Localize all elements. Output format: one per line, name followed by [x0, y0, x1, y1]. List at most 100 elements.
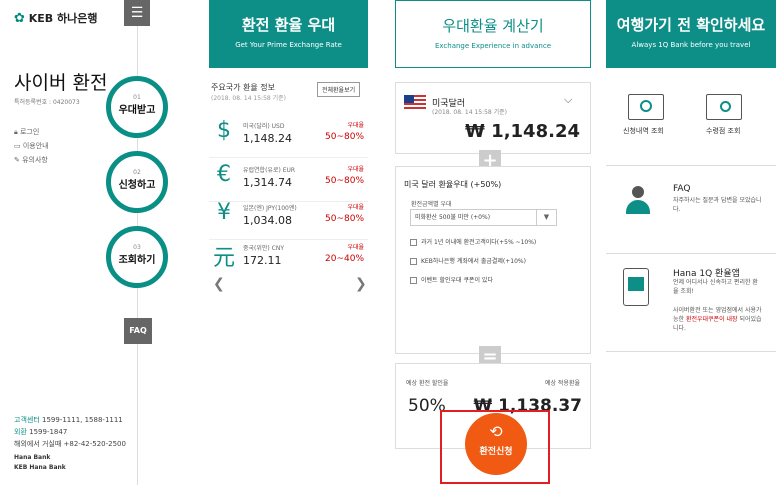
foreign-label: 외환	[14, 428, 27, 436]
option-account[interactable]: KEB하나은행 계좌에서 출금결제(+10%)	[410, 256, 526, 265]
step-num: 01	[133, 94, 141, 101]
notice-label: 유의사항	[22, 156, 48, 164]
document-search-icon[interactable]	[628, 94, 664, 120]
faq-section[interactable]: FAQ 자주하시는 질문과 답변을 모았습니다.	[606, 166, 776, 254]
currency-name: 미국(달러) USD	[243, 123, 285, 130]
select-value: 미화환산 500불 미만 (+0%)	[415, 214, 491, 221]
travel-panel: 여행가기 전 확인하세요 Always 1Q Bank before you t…	[606, 0, 776, 485]
all-rates-button[interactable]: 전체환율보기	[317, 82, 361, 97]
dropdown-icon: ▼	[536, 210, 556, 225]
exchange-rate-panel: 환전 환율 우대 Get Your Prime Exchange Rate 주요…	[209, 0, 368, 485]
keb-hana-logo[interactable]: ✿ KEB 하나은행	[14, 10, 97, 26]
rate-info-title: 주요국가 환율 정보	[211, 83, 275, 92]
rate-value: 1,314.74	[243, 176, 292, 189]
contact-info: 고객센터 1599-1111, 1588-1111 외환 1599-1847 해…	[14, 414, 144, 450]
rate-row-usd[interactable]: $ 미국(달러) USD 1,148.24 우대율 50~80%	[209, 114, 368, 158]
step-label: 우대받고	[118, 105, 156, 116]
yuan-icon: 元	[213, 246, 236, 271]
benefit-title: 미국 달러 환율우대 (+50%)	[404, 180, 502, 189]
left-nav: ✿ KEB 하나은행 ☰ 사이버 환전 특허등록번호 : 0420073 🔒︎ …	[0, 0, 198, 485]
quick-menu: 신청내역 조회 수령점 조회	[606, 68, 776, 166]
rate-label: 우대율	[347, 166, 364, 173]
faq-button[interactable]: FAQ	[124, 318, 152, 344]
faq-desc: 자주하시는 질문과 답변을 모았습니다.	[673, 197, 762, 213]
amount-select[interactable]: 미화환산 500불 미만 (+0%) ▼	[410, 209, 557, 226]
rate-value: 172.11	[243, 254, 282, 267]
rate-date: (2018. 08. 14 15:58 기준)	[211, 95, 286, 102]
chevron-down-icon[interactable]: ⌵	[564, 93, 572, 107]
checkbox-icon[interactable]	[410, 277, 417, 284]
rate-value: 1,148.24	[243, 132, 292, 145]
currency-name: 유럽연합(유로) EUR	[243, 167, 296, 174]
footer-logos: Hana Bank KEB Hana Bank	[14, 453, 66, 473]
person-icon	[624, 186, 650, 218]
step-num: 02	[133, 169, 141, 176]
calc-header: 우대환율 계산기 Exchange Experience in advance	[395, 0, 591, 68]
travel-subtitle: Always 1Q Bank before you travel	[631, 41, 751, 49]
currency-name: 일본(엔) JPY(100엔)	[243, 205, 297, 212]
option-label: KEB하나은행 계좌에서 출금결제(+10%)	[421, 258, 526, 265]
option-label: 과거 1년 이내에 환전고객이다(+5% ~10%)	[421, 239, 537, 246]
mobile-app-icon	[623, 268, 649, 306]
menu-icon[interactable]: ☰	[124, 0, 150, 26]
option-coupon[interactable]: 이벤트 할인우대 쿠폰이 있다	[410, 275, 493, 284]
edit-icon: ✎	[14, 156, 23, 164]
exchange-title: 환전 환율 우대	[241, 16, 336, 34]
euro-icon: €	[217, 162, 231, 187]
currency-name: 중국(위안) CNY	[243, 245, 285, 252]
chevron-left-icon[interactable]: ❮	[213, 276, 225, 292]
apply-button-highlight: ⟲ 환전신청	[440, 410, 550, 484]
checkbox-icon[interactable]	[410, 258, 417, 265]
app-coupon-desc: 사이버환전 또는 영업점에서 사용가능한 환전우대쿠폰이 내장 되어있습니다.	[673, 306, 763, 333]
login-link[interactable]: 🔒︎ 로그인	[14, 125, 49, 139]
step-num: 03	[133, 244, 141, 251]
chat-icon: ▭	[14, 142, 23, 150]
step-benefit[interactable]: 01 우대받고	[106, 76, 168, 138]
location-search-icon[interactable]	[706, 94, 742, 120]
calc-title: 우대환율 계산기	[442, 17, 544, 35]
rate-pct: 50~80%	[325, 214, 364, 224]
apply-button[interactable]: ⟲ 환전신청	[465, 413, 527, 475]
foreign-phone: 1599-1847	[29, 428, 68, 436]
center-label: 고객센터	[14, 416, 40, 424]
faq-title: FAQ	[673, 184, 691, 194]
rate-label: 우대율	[347, 204, 364, 211]
applied-label: 예상 적용환율	[544, 380, 580, 387]
overseas-phone: 해외에서 거실때 +82-42-520-2500	[14, 440, 126, 448]
history-label[interactable]: 신청내역 조회	[623, 126, 664, 136]
rate-date: (2018. 08. 14 15:58 기준)	[432, 109, 507, 116]
chevron-right-icon[interactable]: ❯	[355, 276, 367, 292]
travel-header: 여행가기 전 확인하세요 Always 1Q Bank before you t…	[606, 0, 776, 68]
step-label: 조회하기	[118, 255, 156, 266]
apply-label: 환전신청	[479, 447, 513, 457]
logo-text: KEB 하나은행	[28, 12, 98, 25]
step-label: 신청하고	[118, 180, 156, 191]
guide-label: 이용안내	[22, 142, 49, 150]
rate-pct: 50~80%	[325, 132, 364, 142]
calc-subtitle: Exchange Experience in advance	[434, 42, 552, 50]
guide-link[interactable]: ▭ 이용안내	[14, 139, 49, 153]
rate-row-cny[interactable]: 元 중국(위안) CNY 172.11 우대율 20~40%	[209, 236, 368, 280]
travel-title: 여행가기 전 확인하세요	[616, 16, 766, 34]
center-phone: 1599-1111, 1588-1111	[42, 416, 123, 424]
exchange-rate: ₩ 1,148.24	[465, 121, 580, 142]
patent-number: 특허등록번호 : 0420073	[14, 99, 80, 106]
page-title: 사이버 환전	[14, 72, 108, 94]
option-past-customer[interactable]: 과거 1년 이내에 환전고객이다(+5% ~10%)	[410, 237, 536, 246]
rate-pct: 50~80%	[325, 176, 364, 186]
amount-label: 환전금액별 우대	[411, 201, 452, 208]
rate-row-jpy[interactable]: ¥ 일본(엔) JPY(100엔) 1,034.08 우대율 50~80%	[209, 196, 368, 240]
rate-value: 1,034.08	[243, 214, 292, 227]
exchange-subtitle: Get Your Prime Exchange Rate	[235, 41, 342, 49]
step-inquiry[interactable]: 03 조회하기	[106, 226, 168, 288]
checkbox-icon[interactable]	[410, 239, 417, 246]
notice-link[interactable]: ✎ 유의사항	[14, 153, 49, 167]
app-desc: 언제 어디서나 신속하고 편리한 환율 조회!	[673, 279, 758, 295]
currency-selector[interactable]: 미국달러 (2018. 08. 14 15:58 기준) ⌵ ₩ 1,148.2…	[395, 82, 591, 154]
step-apply[interactable]: 02 신청하고	[106, 151, 168, 213]
app-section[interactable]: Hana 1Q 환율앱 언제 어디서나 신속하고 편리한 환율 조회! 사이버환…	[606, 254, 776, 352]
option-label: 이벤트 할인우대 쿠폰이 있다	[421, 277, 493, 284]
discount-label: 예상 환전 할인율	[406, 380, 449, 387]
branch-label[interactable]: 수령점 조회	[706, 126, 740, 136]
coupon-highlight: 환전우대쿠폰이 내장	[685, 316, 738, 323]
